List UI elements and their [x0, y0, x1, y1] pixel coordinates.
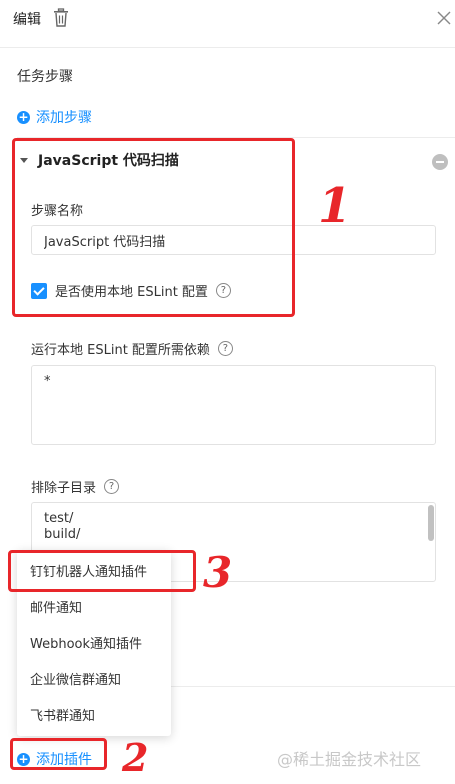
- add-step-button[interactable]: + 添加步骤: [17, 107, 92, 127]
- menu-item-webhook[interactable]: Webhook通知插件: [17, 627, 171, 663]
- task-steps-label: 任务步骤: [17, 69, 73, 85]
- help-icon[interactable]: ?: [217, 341, 233, 356]
- watermark: @稀土掘金技术社区: [277, 750, 422, 769]
- annotation-number-1: 1: [318, 178, 352, 234]
- annotation-number-2: 2: [122, 735, 149, 780]
- menu-item-email[interactable]: 邮件通知: [17, 591, 171, 627]
- close-icon[interactable]: [436, 10, 452, 26]
- exclude-label-text: 排除子目录: [31, 481, 97, 496]
- plus-circle-icon: +: [17, 109, 30, 124]
- annotation-box-3: [8, 550, 196, 592]
- deps-label-text: 运行本地 ESLint 配置所需依赖: [31, 343, 210, 358]
- deps-textarea[interactable]: [31, 365, 436, 445]
- panel-header: 编辑: [0, 0, 455, 48]
- menu-item-wecom[interactable]: 企业微信群通知: [17, 663, 171, 699]
- remove-step-icon[interactable]: [432, 154, 448, 170]
- textarea-scrollbar[interactable]: [428, 505, 434, 541]
- deps-label: 运行本地 ESLint 配置所需依赖 ?: [31, 339, 233, 358]
- annotation-box-2: [10, 738, 107, 770]
- annotation-number-3: 3: [203, 548, 233, 597]
- help-icon[interactable]: ?: [104, 479, 120, 494]
- exclude-label: 排除子目录 ?: [31, 477, 120, 496]
- menu-item-feishu[interactable]: 飞书群通知: [17, 699, 171, 735]
- annotation-box-1: [12, 138, 295, 317]
- add-step-label: 添加步骤: [36, 110, 92, 126]
- trash-icon[interactable]: [52, 8, 70, 28]
- panel-title: 编辑: [13, 12, 41, 28]
